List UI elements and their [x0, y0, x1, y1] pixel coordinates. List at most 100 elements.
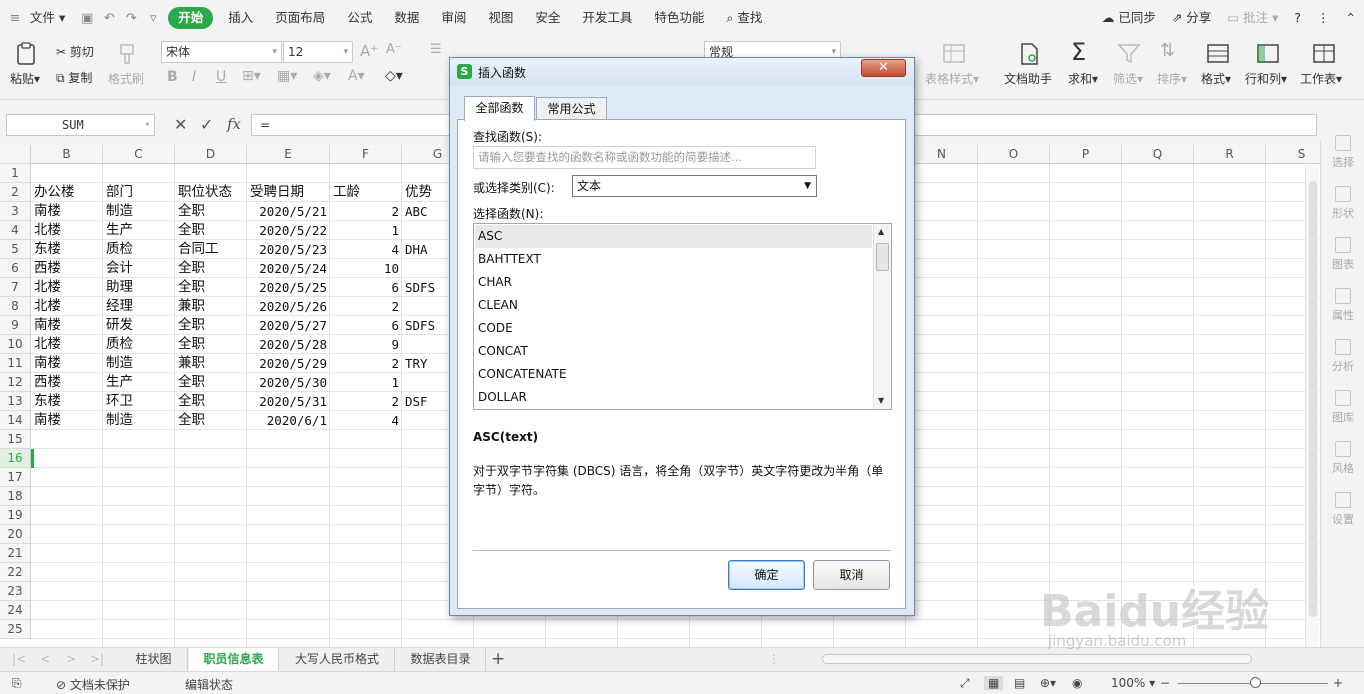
table-cell[interactable]: 南楼 [31, 411, 103, 430]
table-cell[interactable]: 北楼 [31, 221, 103, 240]
prev-sheet-icon[interactable]: < [40, 652, 50, 666]
table-cell[interactable]: 西楼 [31, 373, 103, 392]
table-cell[interactable]: 制造 [103, 411, 175, 430]
tab-scroll-icon[interactable]: ⋮ [768, 652, 780, 666]
table-cell[interactable]: 全职 [175, 411, 247, 430]
table-style-button[interactable]: 表格样式▾ [925, 70, 979, 87]
table-cell[interactable]: 制造 [103, 354, 175, 373]
table-cell[interactable]: 兼职 [175, 297, 247, 316]
function-list-scroll-thumb[interactable] [876, 243, 889, 271]
cancel-icon[interactable]: ✕ [174, 115, 187, 134]
row-header[interactable]: 25 [0, 620, 31, 639]
eye-protect-icon[interactable]: ◉ [1072, 676, 1082, 690]
sync-status[interactable]: ☁ 已同步 [1094, 0, 1164, 36]
side-panel-item[interactable]: 属性 [1321, 288, 1364, 323]
cancel-button[interactable]: 取消 [813, 560, 890, 590]
close-button[interactable]: ✕ [861, 59, 906, 77]
table-cell[interactable]: 东楼 [31, 392, 103, 411]
add-sheet-icon[interactable]: + [491, 649, 505, 669]
row-header[interactable]: 17 [0, 468, 31, 487]
search-menu[interactable]: ⌕ 查找 [715, 0, 773, 36]
function-list-item[interactable]: BAHTTEXT [475, 248, 872, 271]
table-cell[interactable]: 2 [330, 297, 402, 316]
side-panel-item[interactable]: 分析 [1321, 339, 1364, 374]
tab-9[interactable]: 特色功能 [643, 0, 715, 36]
next-sheet-icon[interactable]: > [66, 652, 76, 666]
row-header[interactable]: 14 [0, 411, 31, 430]
column-header[interactable]: O [978, 145, 1050, 164]
collapse-icon[interactable]: ⌃ [1338, 0, 1364, 36]
sum-button[interactable]: 求和▾ [1068, 70, 1098, 87]
tab-7[interactable]: 安全 [524, 0, 571, 36]
sheet-tab[interactable]: 柱状图 [120, 648, 188, 671]
table-cell[interactable]: 南楼 [31, 202, 103, 221]
column-header[interactable]: S [1266, 145, 1320, 164]
table-cell[interactable]: 南楼 [31, 354, 103, 373]
share-button[interactable]: ⇗ 分享 [1164, 0, 1219, 36]
format-button[interactable]: 格式▾ [1201, 70, 1231, 87]
cell-style-icon[interactable]: ▦▾ [277, 68, 297, 84]
function-list[interactable]: ASC BAHTTEXT CHAR CLEAN CODE CONCAT CONCATENAT… [473, 223, 892, 410]
undo-icon[interactable]: ↶ [98, 0, 120, 36]
side-panel-item[interactable]: 形状 [1321, 186, 1364, 221]
table-cell[interactable]: 全职 [175, 202, 247, 221]
sheet-tab[interactable]: 大写人民币格式 [280, 648, 395, 671]
table-cell[interactable]: 环卫 [103, 392, 175, 411]
table-cell[interactable]: 部门 [103, 183, 175, 202]
vertical-scroll-thumb[interactable] [1309, 181, 1317, 617]
sheet-tab[interactable]: 职员信息表 [189, 648, 279, 671]
tab-common-formulas[interactable]: 常用公式 [536, 97, 607, 120]
font-name-select[interactable]: 宋体 ▾ [161, 41, 282, 63]
table-cell[interactable]: 工龄 [330, 183, 402, 202]
fx-icon[interactable]: fx [227, 115, 241, 133]
side-panel-item[interactable]: 设置 [1321, 492, 1364, 527]
page-layout-view-icon[interactable]: ⊕▾ [1040, 676, 1056, 690]
font-shrink-icon[interactable]: A⁻ [386, 42, 402, 57]
italic-icon[interactable]: I [192, 69, 196, 85]
function-list-item[interactable]: ASC [475, 225, 872, 248]
table-cell[interactable]: 1 [330, 221, 402, 240]
table-cell[interactable]: 10 [330, 259, 402, 278]
row-header[interactable]: 6 [0, 259, 31, 278]
table-cell[interactable]: 职位状态 [175, 183, 247, 202]
table-cell[interactable]: 全职 [175, 373, 247, 392]
table-cell[interactable]: 北楼 [31, 335, 103, 354]
table-cell[interactable]: 2020/5/26 [247, 297, 330, 316]
worksheet-button[interactable]: 工作表▾ [1300, 70, 1342, 87]
function-list-item[interactable]: CONCATENATE [475, 363, 872, 386]
table-cell[interactable]: 2020/6/1 [247, 411, 330, 430]
zoom-level[interactable]: 100% ▾ [1111, 676, 1155, 690]
table-cell[interactable]: 质检 [103, 335, 175, 354]
function-search-input[interactable]: 请输入您要查找的函数名称或函数功能的简要描述... [473, 146, 816, 169]
table-cell[interactable]: 2020/5/31 [247, 392, 330, 411]
row-header[interactable]: 24 [0, 601, 31, 620]
row-header[interactable]: 13 [0, 392, 31, 411]
zoom-slider-handle[interactable] [1250, 677, 1261, 688]
row-header[interactable]: 2 [0, 183, 31, 202]
name-box[interactable]: SUM ▾ [6, 114, 155, 136]
font-size-select[interactable]: 12 ▾ [283, 41, 353, 63]
tab-2[interactable]: 页面布局 [264, 0, 336, 36]
save-icon[interactable]: ▣ [76, 0, 98, 36]
table-cell[interactable]: 6 [330, 316, 402, 335]
category-select[interactable]: 文本 ▼ [572, 175, 817, 197]
copy-button[interactable]: ⧉ 复制 [56, 69, 92, 86]
table-cell[interactable]: 西楼 [31, 259, 103, 278]
row-header[interactable]: 8 [0, 297, 31, 316]
side-panel-item[interactable]: 风格 [1321, 441, 1364, 476]
column-header[interactable]: F [330, 145, 402, 164]
vertical-scrollbar[interactable] [1305, 165, 1319, 647]
function-list-item[interactable]: DOLLAR [475, 386, 872, 409]
table-cell[interactable]: 2020/5/25 [247, 278, 330, 297]
table-cell[interactable]: 2020/5/29 [247, 354, 330, 373]
scroll-down-icon[interactable]: ▼ [878, 396, 884, 405]
horizontal-scroll-thumb[interactable] [822, 654, 1252, 664]
font-grow-icon[interactable]: A⁺ [360, 42, 378, 60]
row-header[interactable]: 5 [0, 240, 31, 259]
table-cell[interactable]: 受聘日期 [247, 183, 330, 202]
row-header[interactable]: 18 [0, 487, 31, 506]
column-header[interactable]: C [103, 145, 175, 164]
comment-button[interactable]: ▭ 批注 ▾ [1219, 0, 1286, 36]
menu-icon[interactable]: ≡ [0, 0, 30, 36]
more-icon[interactable]: ⋮ [1309, 0, 1338, 36]
